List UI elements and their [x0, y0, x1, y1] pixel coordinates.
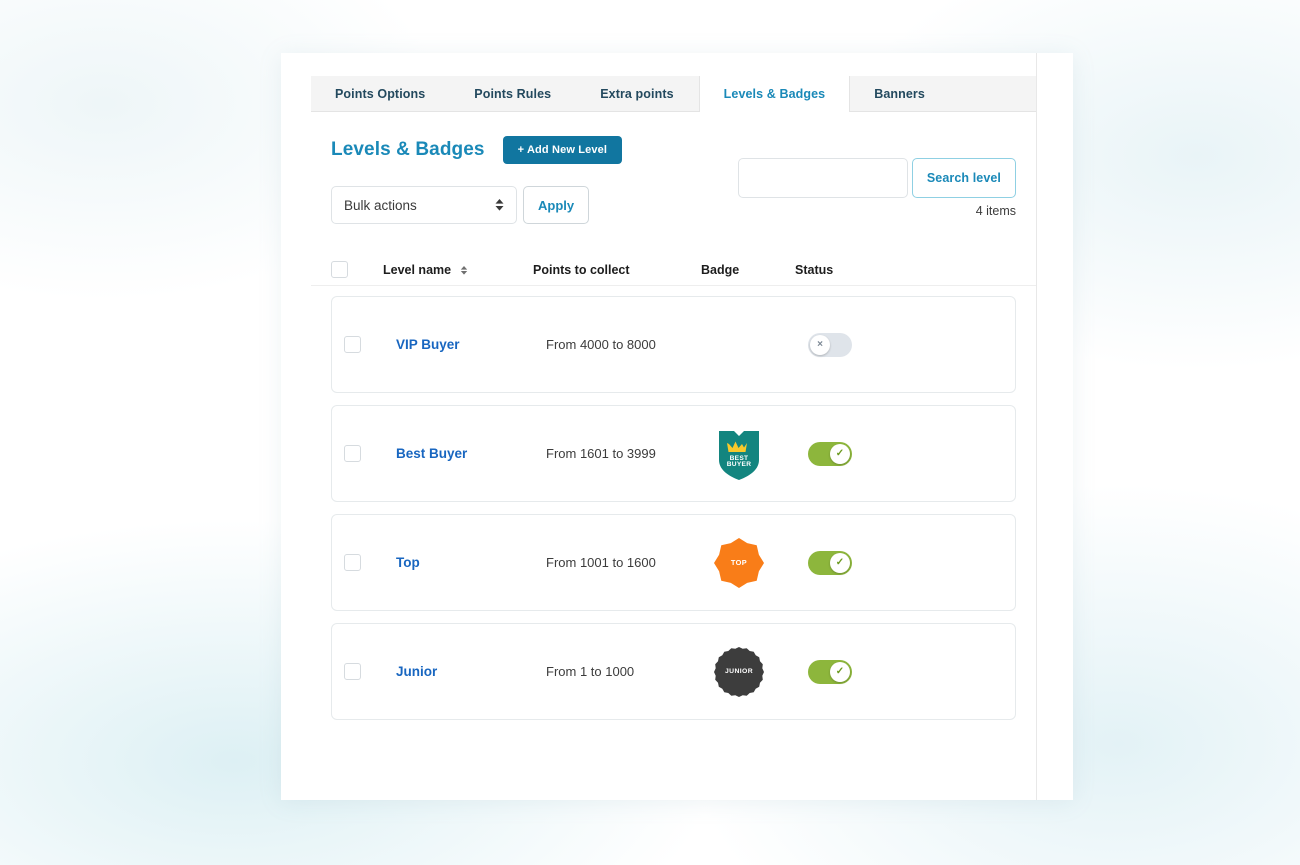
column-header-points: Points to collect: [533, 262, 630, 277]
chevron-updown-icon: [495, 199, 504, 211]
add-new-level-button[interactable]: + Add New Level: [502, 136, 623, 164]
check-icon: ✓: [830, 552, 850, 573]
tab-points-options[interactable]: Points Options: [311, 76, 450, 111]
table-row: VIP Buyer From 4000 to 8000 ×: [331, 296, 1016, 393]
row-select-cell: [344, 445, 396, 462]
status-toggle[interactable]: ✓: [808, 441, 852, 466]
search-level-button[interactable]: Search level: [911, 158, 1016, 198]
row-checkbox[interactable]: [344, 336, 361, 353]
row-select-cell: [344, 663, 396, 680]
levels-table-body: VIP Buyer From 4000 to 8000 × Best Buyer Fro…: [311, 296, 1036, 720]
row-select-cell: [344, 336, 396, 353]
tab-banners[interactable]: Banners: [850, 76, 950, 111]
check-icon: ✓: [830, 661, 850, 682]
column-header-status: Status: [795, 262, 834, 277]
row-checkbox[interactable]: [344, 554, 361, 571]
items-count: 4 items: [975, 204, 1016, 218]
page-header: Levels & Badges + Add New Level: [311, 112, 1036, 164]
column-header-level-name[interactable]: Level name: [383, 263, 533, 277]
select-all-checkbox[interactable]: [331, 261, 348, 278]
status-toggle[interactable]: ✓: [808, 550, 852, 575]
page-title: Levels & Badges: [331, 139, 485, 160]
content-divider: [1036, 53, 1037, 800]
tab-levels-badges[interactable]: Levels & Badges: [698, 76, 851, 112]
status-toggle[interactable]: ×: [808, 332, 852, 357]
table-row: Junior From 1 to 1000 JUNIOR ✓: [331, 623, 1016, 720]
table-header-row: Level name Points to collect Badge Statu…: [311, 254, 1036, 286]
tab-extra-points[interactable]: Extra points: [576, 76, 698, 111]
points-to-collect-value: From 1601 to 3999: [546, 446, 656, 461]
points-to-collect-value: From 4000 to 8000: [546, 337, 656, 352]
main-content: Levels & Badges + Add New Level Search l…: [311, 112, 1036, 732]
badge-starburst-orange: TOP: [714, 536, 764, 590]
level-name-cell: Junior: [396, 663, 546, 681]
badge-shield-teal: BEST BUYER: [714, 427, 764, 481]
table-row: Best Buyer From 1601 to 3999 BEST BUYER ✓: [331, 405, 1016, 502]
level-name-link[interactable]: Junior: [396, 664, 437, 679]
check-icon: ✓: [830, 443, 850, 464]
level-name-link[interactable]: Best Buyer: [396, 446, 467, 461]
row-checkbox[interactable]: [344, 445, 361, 462]
row-checkbox[interactable]: [344, 663, 361, 680]
level-name-link[interactable]: VIP Buyer: [396, 337, 460, 352]
status-toggle[interactable]: ✓: [808, 659, 852, 684]
table-row: Top From 1001 to 1600 TOP ✓: [331, 514, 1016, 611]
select-all-cell: [331, 261, 383, 278]
points-to-collect-value: From 1001 to 1600: [546, 555, 656, 570]
level-name-cell: Best Buyer: [396, 445, 546, 463]
column-header-badge: Badge: [701, 262, 740, 277]
bulk-actions-select[interactable]: Bulk actions: [331, 186, 517, 224]
tab-bar: Points Options Points Rules Extra points Le…: [311, 76, 1036, 112]
apply-button[interactable]: Apply: [523, 186, 590, 224]
badge-circle-dark: JUNIOR: [714, 645, 764, 699]
status-cell: ×: [808, 332, 928, 357]
search-area: Search level: [737, 158, 1016, 198]
status-cell: ✓: [808, 659, 928, 684]
tab-points-rules[interactable]: Points Rules: [450, 76, 576, 111]
level-name-link[interactable]: Top: [396, 555, 420, 570]
row-select-cell: [344, 554, 396, 571]
level-name-cell: VIP Buyer: [396, 336, 546, 354]
bulk-actions-value: Bulk actions: [344, 197, 417, 213]
points-to-collect-value: From 1 to 1000: [546, 664, 635, 679]
search-input[interactable]: [737, 158, 908, 198]
badge-cell: JUNIOR: [714, 645, 808, 699]
close-icon: ×: [810, 334, 830, 355]
column-label-level-name: Level name: [383, 262, 452, 277]
level-name-cell: Top: [396, 554, 546, 572]
sort-icon: [460, 265, 468, 275]
status-cell: ✓: [808, 441, 928, 466]
badge-cell: BEST BUYER: [714, 427, 808, 481]
status-cell: ✓: [808, 550, 928, 575]
badge-cell: TOP: [714, 536, 808, 590]
